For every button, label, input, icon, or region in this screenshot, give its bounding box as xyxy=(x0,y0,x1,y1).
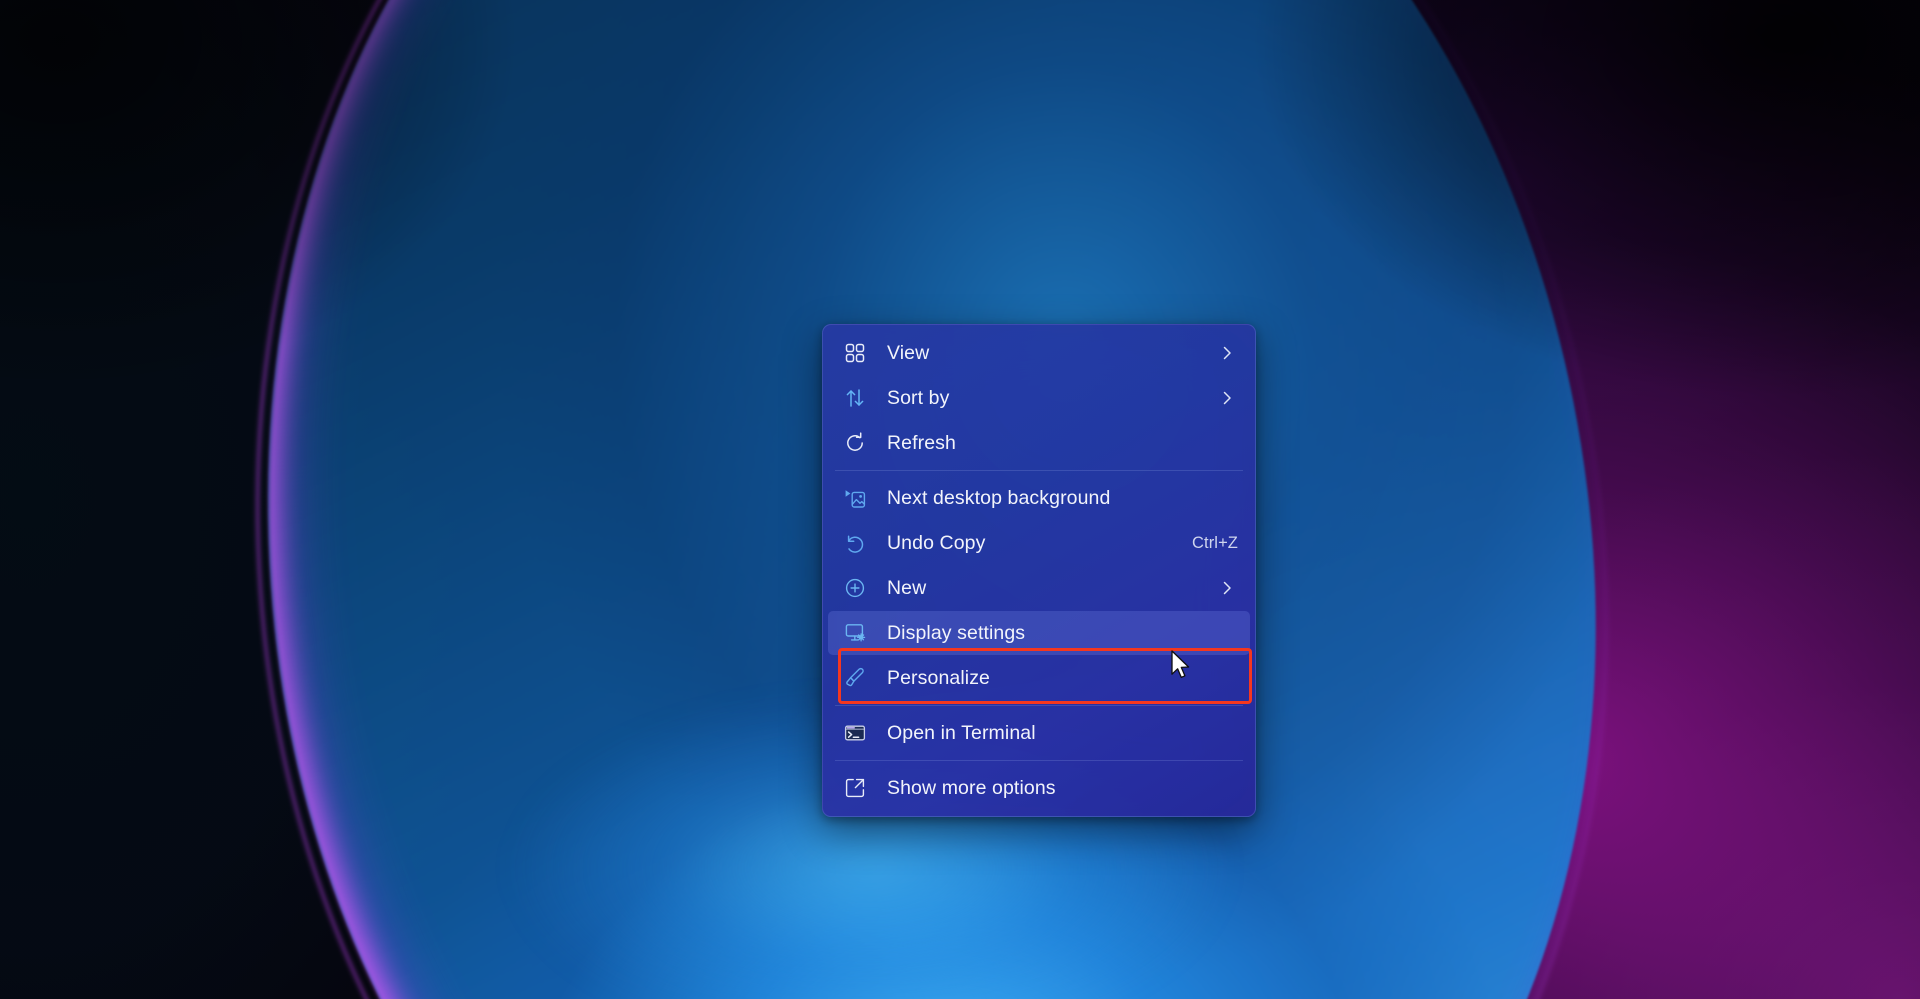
display-settings-icon xyxy=(842,620,868,646)
refresh-icon xyxy=(842,430,868,456)
menu-group-view: View Sort by Refresh xyxy=(823,331,1255,465)
menu-item-label: Personalize xyxy=(887,666,990,689)
menu-divider xyxy=(835,470,1243,471)
menu-item-label: View xyxy=(887,341,930,364)
next-desktop-background-icon xyxy=(842,485,868,511)
menu-item-show-more-options[interactable]: Show more options xyxy=(828,766,1250,810)
sort-arrows-icon xyxy=(842,385,868,411)
menu-item-label: Open in Terminal xyxy=(887,721,1036,744)
menu-divider xyxy=(835,705,1243,706)
menu-group-desktop-actions: Next desktop background Undo Copy Ctrl+Z xyxy=(823,476,1255,610)
menu-item-display-settings[interactable]: Display settings xyxy=(828,611,1250,655)
menu-group-more: Show more options xyxy=(823,766,1255,810)
chevron-right-icon xyxy=(1216,577,1238,599)
menu-item-label: Next desktop background xyxy=(887,486,1111,509)
menu-item-label: Undo Copy xyxy=(887,531,986,554)
show-more-options-icon xyxy=(842,775,868,801)
menu-item-accelerator: Ctrl+Z xyxy=(1192,533,1238,552)
plus-circle-icon xyxy=(842,575,868,601)
menu-item-refresh[interactable]: Refresh xyxy=(828,421,1250,465)
menu-divider xyxy=(835,760,1243,761)
chevron-right-icon xyxy=(1216,387,1238,409)
menu-group-terminal: Open in Terminal xyxy=(823,711,1255,755)
menu-item-open-in-terminal[interactable]: Open in Terminal xyxy=(828,711,1250,755)
paintbrush-icon xyxy=(842,665,868,691)
menu-item-label: New xyxy=(887,576,927,599)
menu-item-next-desktop-background[interactable]: Next desktop background xyxy=(828,476,1250,520)
desktop-context-menu[interactable]: View Sort by Refresh Next desktop backgr… xyxy=(822,324,1256,817)
terminal-icon xyxy=(842,720,868,746)
menu-group-settings: Display settings Personalize xyxy=(823,611,1255,700)
menu-item-new[interactable]: New xyxy=(828,566,1250,610)
grid-view-icon xyxy=(842,340,868,366)
menu-item-label: Display settings xyxy=(887,621,1026,644)
menu-item-sort-by[interactable]: Sort by xyxy=(828,376,1250,420)
menu-item-label: Show more options xyxy=(887,776,1056,799)
menu-item-label: Sort by xyxy=(887,386,950,409)
menu-item-undo-copy[interactable]: Undo Copy Ctrl+Z xyxy=(828,521,1250,565)
undo-icon xyxy=(842,530,868,556)
chevron-right-icon xyxy=(1216,342,1238,364)
menu-item-personalize[interactable]: Personalize xyxy=(828,656,1250,700)
menu-item-label: Refresh xyxy=(887,431,956,454)
screen: View Sort by Refresh Next desktop backgr… xyxy=(0,0,1920,999)
menu-item-view[interactable]: View xyxy=(828,331,1250,375)
